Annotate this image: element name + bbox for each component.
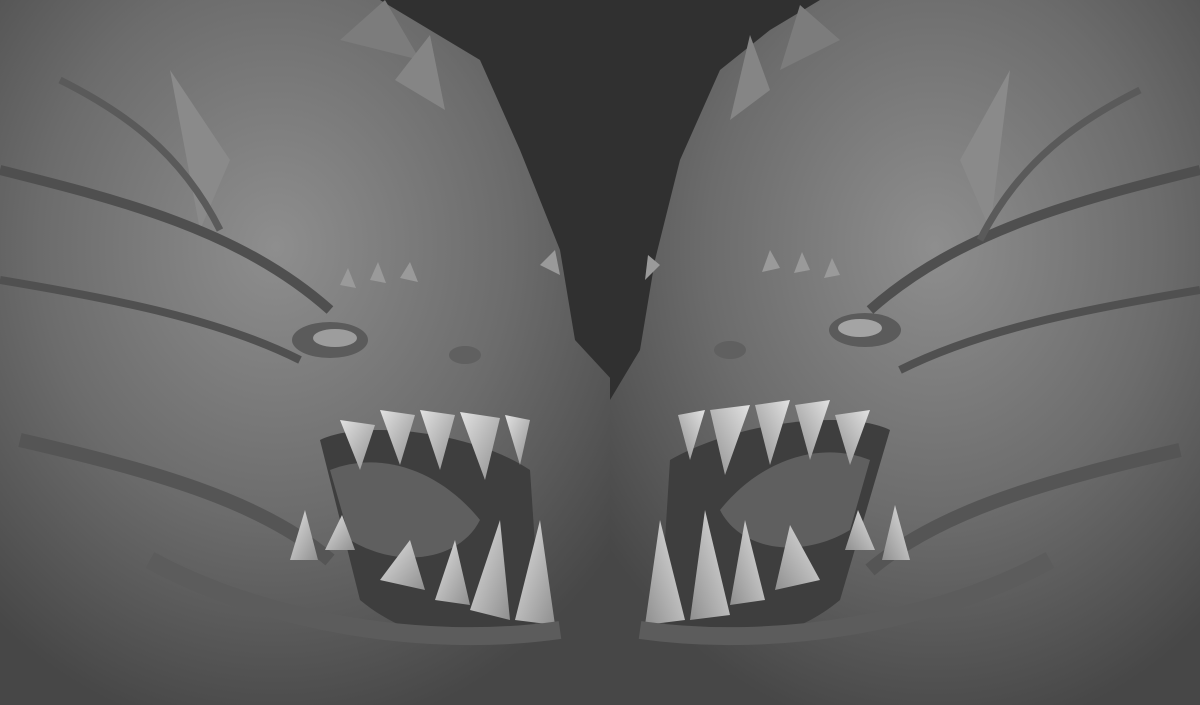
creature-head-right [610,0,1200,705]
creature-view-right [610,0,1200,705]
creature-view-left [0,0,612,705]
creature-head-left [0,0,612,705]
sculpt-viewport [0,0,1200,705]
